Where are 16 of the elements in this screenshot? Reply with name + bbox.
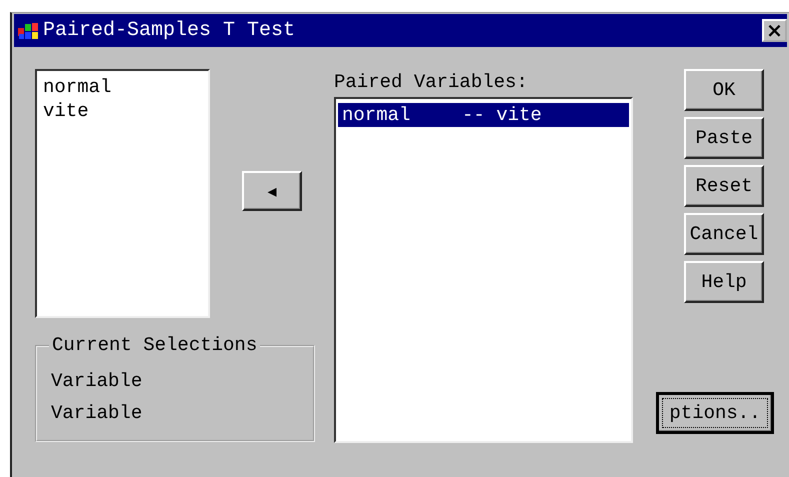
move-button[interactable]: ◂ [242, 171, 302, 211]
app-icon [18, 22, 40, 40]
window-title: Paired-Samples T Test [43, 19, 296, 42]
paired-variables-label: Paired Variables: [334, 72, 529, 95]
dialog-button[interactable]: OK [684, 69, 764, 111]
variable-item[interactable]: normal [39, 75, 206, 99]
dialog-button[interactable]: Reset [684, 165, 764, 207]
dialog-button[interactable]: Paste [684, 117, 764, 159]
close-button[interactable]: × [762, 19, 787, 42]
variable-item[interactable]: vite [39, 99, 206, 123]
options-button[interactable]: ptions.. [656, 392, 774, 434]
dialog-button[interactable]: Cancel [684, 213, 764, 255]
paired-item[interactable]: normal -- vite [338, 103, 629, 127]
dialog-button[interactable]: Help [684, 261, 764, 303]
variable-label: Variable [51, 369, 144, 394]
variable-label: Variable [51, 401, 144, 426]
